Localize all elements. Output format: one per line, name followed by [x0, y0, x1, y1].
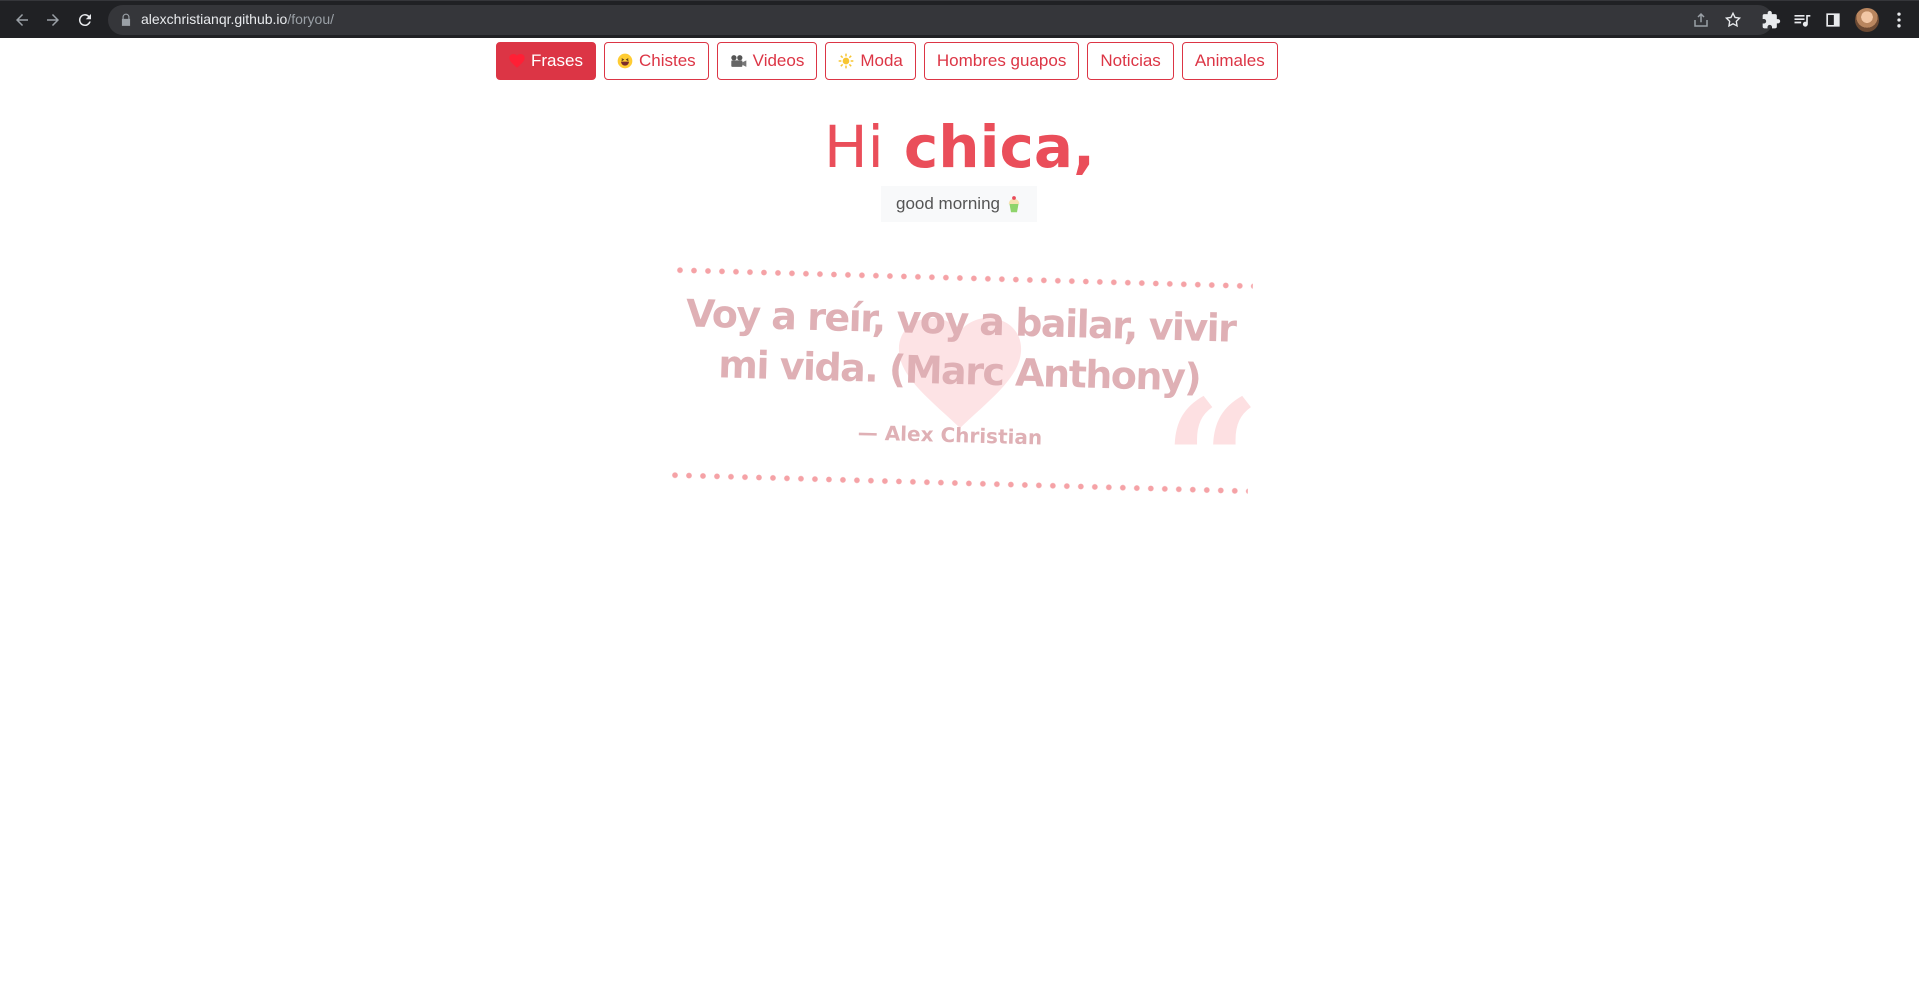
cupcake-icon — [1008, 196, 1020, 213]
star-icon — [1724, 11, 1742, 28]
dotted-divider-top — [672, 267, 1253, 290]
bookmark-button[interactable] — [1724, 11, 1742, 29]
reload-button[interactable] — [73, 8, 97, 32]
url-host: alexchristianqr.github.io — [141, 11, 288, 27]
more-vertical-icon — [1897, 12, 1901, 28]
tab-label: Videos — [752, 51, 805, 70]
title-light: Hi — [823, 113, 884, 181]
tab-videos[interactable]: Videos — [716, 42, 818, 80]
greeting-text: good morning — [896, 194, 1000, 213]
lock-icon — [121, 13, 131, 26]
tab-frases[interactable]: Frases — [496, 42, 596, 80]
tab-label: Noticias — [1100, 51, 1161, 70]
tab-moda[interactable]: Moda — [825, 42, 916, 80]
sun-icon — [839, 53, 854, 69]
tab-label: Chistes — [638, 51, 696, 70]
tab-animales[interactable]: Animales — [1181, 42, 1278, 80]
page-title: Hi chica, — [0, 112, 1919, 182]
side-panel-button[interactable] — [1823, 10, 1843, 30]
category-tabs: Frases Chistes Videos Moda Hombres guapo… — [496, 42, 1278, 80]
quote-text: Voy a reír, voy a bailar, vivir mi vida.… — [685, 291, 1237, 400]
profile-avatar[interactable] — [1855, 8, 1879, 32]
tab-label: Hombres guapos — [936, 51, 1067, 70]
heart-icon — [509, 54, 525, 68]
laughing-face-icon — [617, 53, 633, 69]
playlist-icon — [1794, 15, 1811, 27]
puzzle-icon — [1762, 10, 1781, 29]
back-button[interactable] — [10, 8, 34, 32]
address-bar[interactable]: alexchristianqr.github.io/foryou/ — [108, 5, 1773, 35]
browser-toolbar: alexchristianqr.github.io/foryou/ — [0, 0, 1919, 38]
forward-button[interactable] — [41, 8, 65, 32]
arrow-left-icon — [16, 14, 28, 26]
reload-icon — [78, 14, 91, 27]
video-camera-icon — [730, 55, 747, 67]
share-icon — [1694, 12, 1708, 27]
arrow-right-icon — [47, 14, 59, 26]
tab-label: Frases — [531, 51, 583, 70]
side-panel-icon — [1826, 13, 1840, 27]
tab-hombres-guapos[interactable]: Hombres guapos — [923, 42, 1080, 80]
menu-button[interactable] — [1889, 10, 1909, 30]
media-button[interactable] — [1792, 10, 1812, 30]
tab-noticias[interactable]: Noticias — [1087, 42, 1174, 80]
title-bold: chica, — [903, 113, 1096, 181]
tab-label: Animales — [1194, 51, 1265, 70]
tab-chistes[interactable]: Chistes — [603, 42, 709, 80]
extensions-button[interactable] — [1761, 10, 1781, 30]
tab-label: Moda — [860, 51, 903, 70]
quote-author: — Alex Christian — [857, 420, 1043, 450]
greeting-badge: good morning — [881, 186, 1037, 222]
dotted-divider-bottom — [667, 472, 1248, 495]
url-path: /foryou/ — [287, 11, 335, 27]
url-text: alexchristianqr.github.io/foryou/ — [141, 11, 334, 27]
share-button[interactable] — [1692, 11, 1710, 29]
